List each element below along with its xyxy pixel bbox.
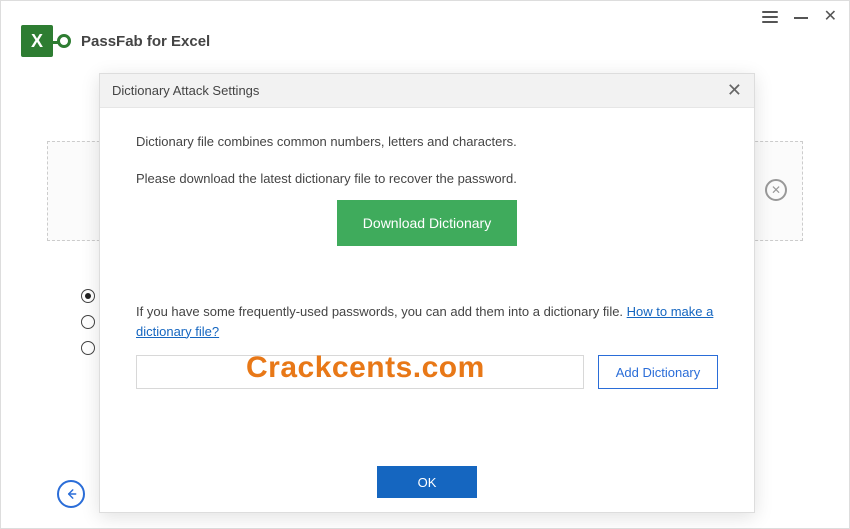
app-logo: X: [21, 25, 71, 57]
dialog-description-1: Dictionary file combines common numbers,…: [136, 134, 718, 149]
frequent-passwords-text: If you have some frequently-used passwor…: [136, 304, 627, 319]
remove-file-button[interactable]: ✕: [765, 179, 787, 201]
key-icon: [57, 34, 71, 48]
download-dictionary-button[interactable]: Download Dictionary: [337, 200, 517, 246]
back-button[interactable]: [57, 480, 85, 508]
radio-option-2[interactable]: [81, 315, 95, 329]
add-dictionary-button[interactable]: Add Dictionary: [598, 355, 718, 389]
dictionary-path-input[interactable]: [136, 355, 584, 389]
radio-option-3[interactable]: [81, 341, 95, 355]
dictionary-settings-dialog: Dictionary Attack Settings ✕ Dictionary …: [99, 73, 755, 513]
excel-logo-icon: X: [21, 25, 53, 57]
dialog-header: Dictionary Attack Settings ✕: [100, 74, 754, 108]
attack-type-radios: [81, 289, 95, 355]
dialog-description-2: Please download the latest dictionary fi…: [136, 171, 718, 186]
app-title: PassFab for Excel: [81, 33, 210, 50]
menu-icon[interactable]: [762, 11, 778, 23]
radio-option-1[interactable]: [81, 289, 95, 303]
window-close-button[interactable]: ✕: [824, 9, 837, 25]
app-header: X PassFab for Excel: [21, 25, 210, 57]
minimize-button[interactable]: [794, 9, 808, 25]
ok-button[interactable]: OK: [377, 466, 477, 498]
dialog-close-button[interactable]: ✕: [727, 80, 742, 101]
dialog-title: Dictionary Attack Settings: [112, 83, 259, 98]
frequent-passwords-hint: If you have some frequently-used passwor…: [136, 302, 718, 341]
